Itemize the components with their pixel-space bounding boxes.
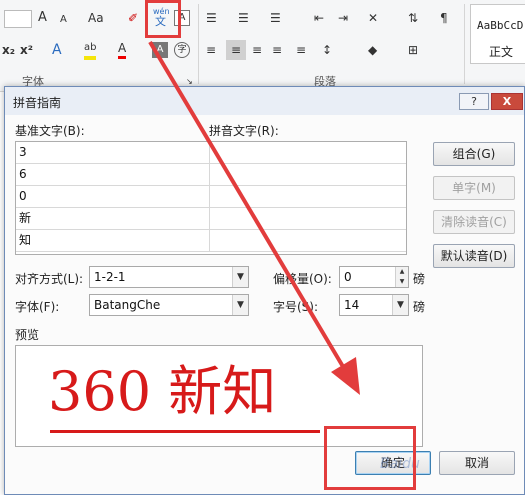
- annotation-arrow: [148, 40, 360, 395]
- annotation-arrow-head: [331, 357, 360, 395]
- annotation-arrow-line: [148, 40, 347, 372]
